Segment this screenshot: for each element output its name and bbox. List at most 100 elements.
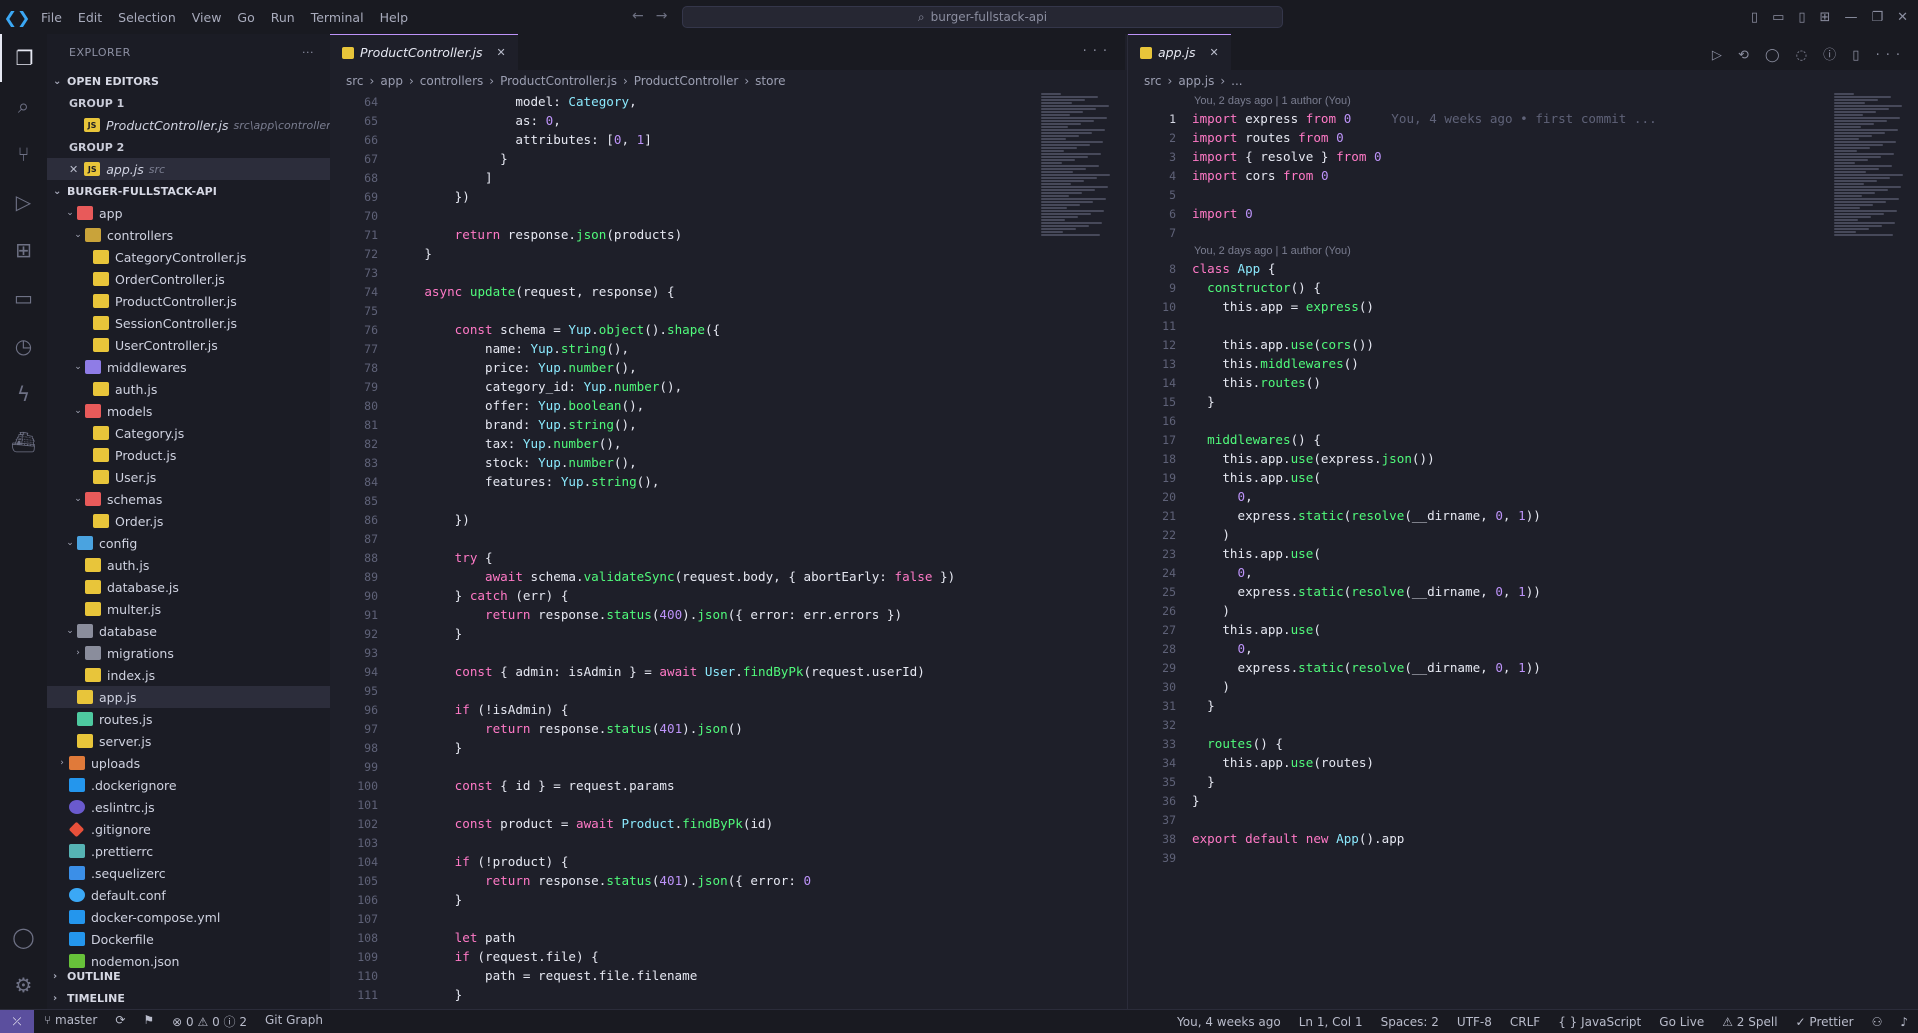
open-editors-section[interactable]: ⌄ OPEN EDITORS [47,70,330,92]
tree-item[interactable]: database.js [47,576,330,598]
remote-explorer-icon[interactable]: ▭ [0,274,47,322]
editor-actions[interactable]: ▷ ⟲ ◯ ◌ ⓘ ▯ ··· [1712,44,1906,63]
tree-item[interactable]: SessionController.js [47,312,330,334]
close-window-button[interactable]: ✕ [1897,10,1908,25]
tree-item[interactable]: ProductController.js [47,290,330,312]
project-section[interactable]: ⌄ BURGER-FULLSTACK-API [47,180,330,202]
tree-item[interactable]: default.conf [47,884,330,906]
code-editor[interactable]: You, 2 days ago | 1 author (You) 1 import … [1128,92,1918,1009]
encoding-status[interactable]: UTF-8 [1457,1015,1492,1029]
tree-item[interactable]: Order.js [47,510,330,532]
tree-item[interactable]: User.js [47,466,330,488]
explorer-icon[interactable]: ❐ [0,34,47,82]
tree-item[interactable]: docker-compose.yml [47,906,330,928]
spell-status[interactable]: ⚠ 2 Spell [1722,1015,1777,1029]
breadcrumb-item[interactable]: ... [1231,74,1242,88]
tree-item[interactable]: Product.js [47,444,330,466]
breadcrumb-item[interactable]: src [1144,74,1162,88]
go-live-button[interactable]: Go Live [1659,1015,1704,1029]
toggle-panel-icon[interactable]: ▭ [1772,10,1784,25]
remote-indicator-icon[interactable]: ⤫ [0,1009,34,1033]
breadcrumb-item[interactable]: app.js [1178,74,1214,88]
tree-item[interactable]: routes.js [47,708,330,730]
thunder-client-icon[interactable]: ϟ [0,370,47,418]
close-icon[interactable]: ✕ [69,163,78,176]
language-mode[interactable]: { } JavaScript [1558,1015,1641,1029]
tree-item[interactable]: ⌄ schemas [47,488,330,510]
toggle-secondary-sidebar-icon[interactable]: ▯ [1798,10,1805,25]
tree-item[interactable]: ⌄ config [47,532,330,554]
problems-status[interactable]: ⊗ 0 ⚠ 0 ⓘ 2 [172,1013,247,1030]
menu-run[interactable]: Run [264,10,302,25]
blame-status[interactable]: You, 4 weeks ago [1177,1015,1281,1029]
codelens-blame[interactable]: You, 2 days ago | 1 author (You) [1128,242,1918,259]
codelens-blame[interactable]: You, 2 days ago | 1 author (You) [1128,92,1918,109]
nav-arrows[interactable]: ←→ [632,8,679,24]
menu-help[interactable]: Help [373,10,416,25]
minimap[interactable] [1041,92,1115,262]
command-center-search[interactable]: ⌕ burger-fullstack-api [682,6,1283,28]
tree-item[interactable]: Dockerfile [47,928,330,950]
tree-item[interactable]: .dockerignore [47,774,330,796]
breadcrumb-item[interactable]: ProductController.js [500,74,617,88]
git-publish-icon[interactable]: ⚑ [143,1013,154,1030]
tree-item[interactable]: .prettierrc [47,840,330,862]
tree-item[interactable]: Category.js [47,422,330,444]
tree-item[interactable]: ⌄ app [47,202,330,224]
tree-item[interactable]: server.js [47,730,330,752]
tree-item[interactable]: ⌄ controllers [47,224,330,246]
breadcrumb-item[interactable]: src [346,74,364,88]
notifications-bell-icon[interactable]: ♪ [1900,1015,1908,1029]
source-control-icon[interactable]: ⑂ [0,130,47,178]
toggle-sidebar-icon[interactable]: ▯ [1751,10,1758,25]
code-editor[interactable]: 64 model: Category, 65 as: 0, 66 attribute… [330,92,1125,1009]
tree-item[interactable]: ⌄ database [47,620,330,642]
tree-item[interactable]: ⌄ models [47,400,330,422]
tab-product-controller[interactable]: ProductController.js ✕ [330,34,518,70]
menu-terminal[interactable]: Terminal [304,10,371,25]
outline-section[interactable]: › OUTLINE [47,965,330,987]
branch-status[interactable]: ⑂ master [44,1013,97,1030]
tree-item[interactable]: › uploads [47,752,330,774]
open-editor-app[interactable]: ✕ JS app.js src [47,158,330,180]
tree-item[interactable]: ⌄ middlewares [47,356,330,378]
manage-gear-icon[interactable]: ⚙ [0,961,47,1009]
tree-item[interactable]: index.js [47,664,330,686]
restore-button[interactable]: ❐ [1871,10,1883,25]
tree-item[interactable]: app.js [47,686,330,708]
tree-item[interactable]: auth.js [47,378,330,400]
customize-layout-icon[interactable]: ⊞ [1820,10,1831,25]
tree-item[interactable]: UserController.js [47,334,330,356]
indentation-status[interactable]: Spaces: 2 [1381,1015,1439,1029]
more-actions-icon[interactable]: ··· [1083,44,1113,59]
git-graph-icon[interactable]: ◷ [0,322,47,370]
breadcrumb-item[interactable]: controllers [420,74,484,88]
tree-item[interactable]: multer.js [47,598,330,620]
close-icon[interactable]: ✕ [497,46,506,59]
tab-app[interactable]: app.js ✕ [1128,34,1231,70]
search-icon[interactable]: ⌕ [0,82,47,130]
open-editor-product-controller[interactable]: JS ProductController.js src\app\controll… [47,114,330,136]
menu-edit[interactable]: Edit [71,10,109,25]
menu-view[interactable]: View [185,10,229,25]
menu-go[interactable]: Go [230,10,261,25]
extensions-icon[interactable]: ⊞ [0,226,47,274]
breadcrumb-item[interactable]: app [380,74,403,88]
git-graph-status[interactable]: Git Graph [265,1013,323,1030]
cursor-position[interactable]: Ln 1, Col 1 [1299,1015,1363,1029]
tree-item[interactable]: .eslintrc.js [47,796,330,818]
sync-icon[interactable]: ⟳ [115,1013,125,1030]
close-icon[interactable]: ✕ [1210,46,1219,59]
minimap[interactable] [1834,92,1908,262]
tree-item[interactable]: .sequelizerc [47,862,330,884]
minimize-button[interactable]: — [1844,10,1857,25]
menu-selection[interactable]: Selection [111,10,183,25]
docker-icon[interactable]: ⛴ [0,418,47,466]
tree-item[interactable]: CategoryController.js [47,246,330,268]
tree-item[interactable]: › migrations [47,642,330,664]
accounts-icon[interactable]: ⚇ [1872,1015,1883,1029]
tree-item[interactable]: OrderController.js [47,268,330,290]
breadcrumb-item[interactable]: ProductController [634,74,739,88]
more-actions-icon[interactable]: ··· [302,46,314,59]
menu-file[interactable]: File [34,10,69,25]
